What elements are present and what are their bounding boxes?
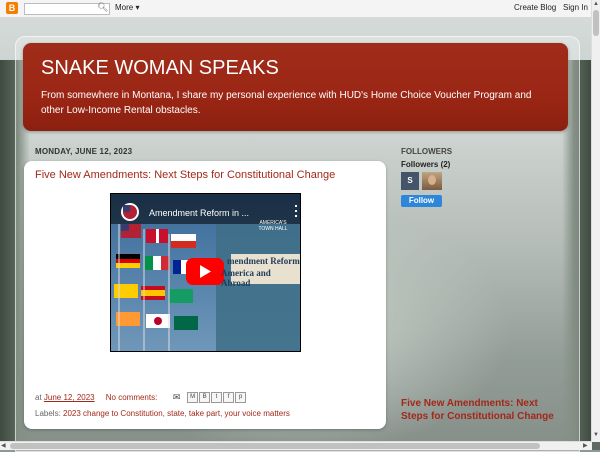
labels-prefix: Labels: xyxy=(35,409,61,418)
vertical-scroll-thumb[interactable] xyxy=(593,10,599,36)
scroll-up-arrow-icon[interactable]: ▲ xyxy=(593,1,599,7)
share-twitter-button[interactable]: t xyxy=(211,392,223,404)
video-overlay-line2: America and Abroad xyxy=(221,268,271,288)
scroll-down-arrow-icon[interactable]: ▼ xyxy=(593,432,599,438)
avatar-face xyxy=(428,175,436,185)
post-date-header: MONDAY, JUNE 12, 2023 xyxy=(35,147,133,156)
followers-widget-title: FOLLOWERS xyxy=(401,147,453,156)
vertical-scrollbar[interactable]: ▲ ▼ xyxy=(591,0,600,442)
post-comments-link[interactable]: No comments: xyxy=(106,393,158,402)
video-channel-badge: AMERICA'S TOWN HALL xyxy=(258,220,288,232)
post-footer: at June 12, 2023 No comments: ✉ MBtfp xyxy=(35,392,247,404)
post-timestamp-link[interactable]: June 12, 2023 xyxy=(44,393,95,402)
label-link[interactable]: your voice matters xyxy=(225,409,290,418)
popular-post-link[interactable]: Five New Amendments: Next Steps for Cons… xyxy=(401,397,566,423)
more-label: More xyxy=(115,3,134,12)
blogger-navbar: B 🔍︎ More ▾ Create Blog Sign In xyxy=(0,0,592,18)
email-post-icon[interactable]: ✉ xyxy=(173,392,181,402)
label-link[interactable]: 2023 change to Constitution xyxy=(63,409,163,418)
follower-avatar-s[interactable]: S xyxy=(401,172,419,190)
share-pinterest-button[interactable]: p xyxy=(235,392,247,404)
post-title-link[interactable]: Five New Amendments: Next Steps for Cons… xyxy=(35,169,335,181)
blog-description: From somewhere in Montana, I share my pe… xyxy=(41,90,532,116)
share-facebook-button[interactable]: f xyxy=(223,392,235,404)
post-card: Five New Amendments: Next Steps for Cons… xyxy=(24,161,386,429)
label-link[interactable]: take part xyxy=(189,409,220,418)
followers-count: Followers (2) xyxy=(401,160,451,169)
horizontal-scrollbar[interactable]: ◀ ▶ xyxy=(0,441,592,450)
sign-in-link[interactable]: Sign In xyxy=(563,3,588,12)
caret-down-icon: ▾ xyxy=(135,3,140,12)
blog-header: SNAKE WOMAN SPEAKS From somewhere in Mon… xyxy=(23,43,568,131)
post-labels: Labels: 2023 change to Constitution, sta… xyxy=(35,409,290,418)
video-overlay-line1: mendment Reform xyxy=(227,256,300,266)
follow-button[interactable]: Follow xyxy=(401,195,442,207)
blog-title[interactable]: SNAKE WOMAN SPEAKS xyxy=(41,57,279,80)
horizontal-scroll-thumb[interactable] xyxy=(10,443,540,449)
scroll-left-arrow-icon[interactable]: ◀ xyxy=(1,442,6,449)
create-blog-link[interactable]: Create Blog xyxy=(514,3,556,12)
post-at-label: at xyxy=(35,393,42,402)
label-link[interactable]: state xyxy=(167,409,184,418)
video-title[interactable]: Amendment Reform in ... xyxy=(149,208,249,218)
more-menu[interactable]: More ▾ xyxy=(115,3,139,12)
blogger-logo-icon[interactable]: B xyxy=(6,2,18,14)
scroll-right-arrow-icon[interactable]: ▶ xyxy=(583,442,588,449)
follower-avatar-photo[interactable] xyxy=(422,172,442,190)
youtube-video-embed[interactable]: Amendment Reform in ... AMERICA'S TOWN H… xyxy=(110,193,301,352)
share-blog-button[interactable]: B xyxy=(199,392,211,404)
search-icon[interactable]: 🔍︎ xyxy=(97,2,108,13)
share-email-button[interactable]: M xyxy=(187,392,199,404)
